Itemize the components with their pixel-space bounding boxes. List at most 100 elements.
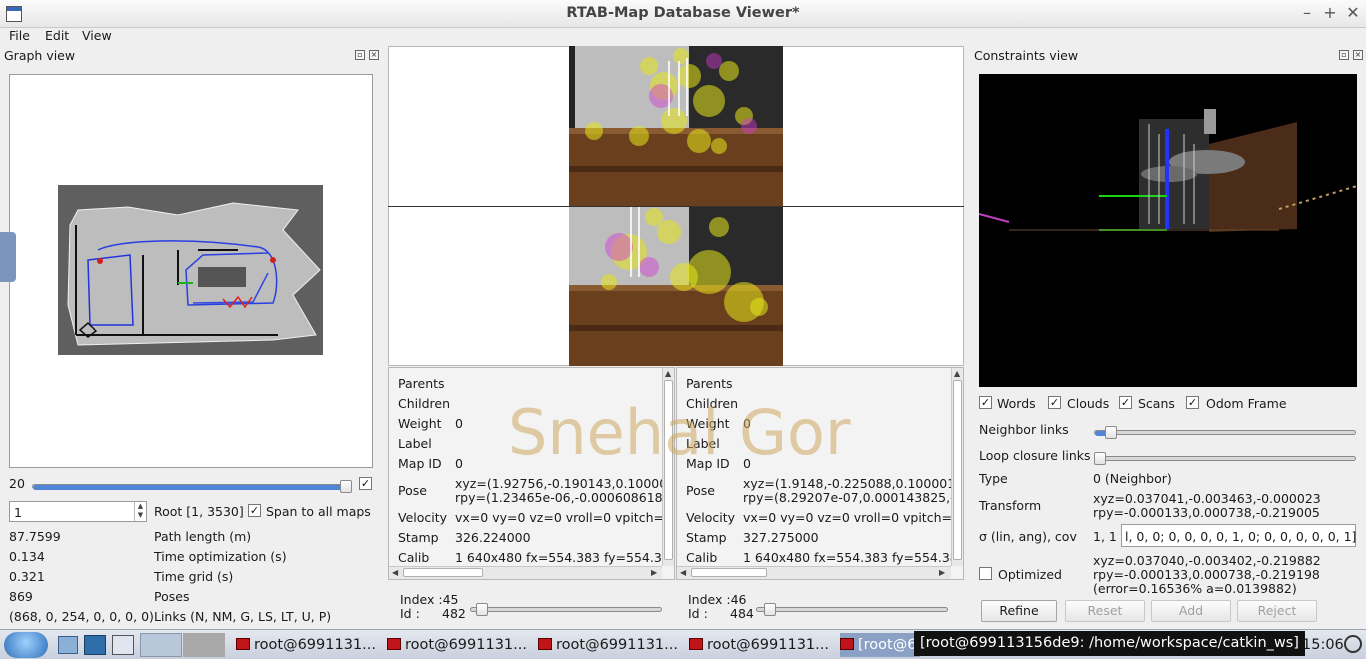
desktop-1-icon[interactable] bbox=[140, 633, 182, 657]
map-id-value: 0 bbox=[455, 456, 463, 471]
file-manager-icon[interactable] bbox=[58, 636, 78, 654]
minimize-icon[interactable]: – bbox=[1297, 3, 1317, 23]
close-dock-icon[interactable]: × bbox=[369, 50, 379, 60]
scans-label: Scans bbox=[1138, 396, 1175, 411]
menu-file[interactable]: File bbox=[9, 28, 30, 43]
horizontal-scrollbar[interactable]: ◀ ▶ bbox=[677, 566, 951, 579]
window-list-icon[interactable] bbox=[112, 635, 134, 655]
scroll-thumb[interactable] bbox=[691, 568, 767, 577]
taskbar-terminal[interactable]: root@6991131... bbox=[387, 633, 527, 657]
stamp-value: 326.224000 bbox=[455, 530, 531, 545]
transform-rpy: rpy=-0.000133,0.000738,-0.219005 bbox=[1093, 505, 1320, 520]
clouds-checkbox[interactable]: ✓ bbox=[1048, 396, 1061, 409]
neighbor-links-slider-handle[interactable] bbox=[1105, 426, 1117, 439]
transform-xyz: xyz=0.037041,-0.003463,-0.000023 bbox=[1093, 491, 1321, 506]
clock: 15:06 bbox=[1302, 637, 1344, 653]
scroll-left-icon[interactable]: ◀ bbox=[680, 568, 686, 577]
optimized-error: (error=0.16536% a=0.0139882) bbox=[1093, 581, 1297, 596]
map-id-label: Map ID bbox=[398, 456, 442, 471]
velocity-label: Velocity bbox=[686, 510, 736, 525]
words-checkbox[interactable]: ✓ bbox=[979, 396, 992, 409]
left-id-label: Id : bbox=[400, 606, 420, 621]
side-dock-handle[interactable] bbox=[0, 232, 16, 282]
add-button[interactable]: Add bbox=[1151, 600, 1231, 622]
terminal-label: root@6991131... bbox=[405, 637, 527, 653]
graph-slider-checkbox[interactable]: ✓ bbox=[359, 477, 372, 490]
scroll-thumb[interactable] bbox=[953, 380, 962, 560]
refine-button[interactable]: Refine bbox=[981, 600, 1057, 622]
start-menu-icon[interactable] bbox=[4, 632, 48, 658]
reject-button[interactable]: Reject bbox=[1237, 600, 1317, 622]
type-value: 0 (Neighbor) bbox=[1093, 471, 1172, 486]
vertical-scrollbar[interactable]: ▲ bbox=[951, 368, 963, 566]
scroll-right-icon[interactable]: ▶ bbox=[651, 568, 657, 577]
close-dock-icon[interactable]: × bbox=[1353, 50, 1363, 60]
left-node-slider[interactable] bbox=[470, 607, 662, 612]
left-node-slider-handle[interactable] bbox=[476, 603, 488, 616]
scroll-thumb[interactable] bbox=[403, 568, 483, 577]
calib-value: 1 640x480 fx=554.383 fy=554.38 bbox=[455, 550, 670, 565]
horizontal-scrollbar[interactable]: ◀ ▶ bbox=[389, 566, 662, 579]
graph-view-canvas[interactable] bbox=[9, 74, 373, 468]
spinbox-arrows-icon[interactable]: ▲ ▼ bbox=[134, 502, 146, 521]
terminal-icon bbox=[387, 638, 401, 650]
maximize-icon[interactable]: + bbox=[1320, 3, 1340, 23]
scroll-up-icon[interactable]: ▲ bbox=[665, 369, 671, 378]
neighbor-links-slider[interactable] bbox=[1094, 430, 1356, 435]
stat-value: 87.7599 bbox=[9, 529, 61, 544]
right-node-slider[interactable] bbox=[756, 607, 948, 612]
taskbar-terminal[interactable]: root@6991131... bbox=[538, 633, 678, 657]
calib-label: Calib bbox=[398, 550, 430, 565]
covariance-field[interactable]: l, 0, 0; 0, 0, 0, 0, 1, 0; 0, 0, 0, 0, 0… bbox=[1121, 524, 1356, 547]
close-icon[interactable]: ✕ bbox=[1343, 3, 1363, 23]
right-id-value: 484 bbox=[730, 606, 754, 621]
taskbar-terminal-active[interactable]: [root@6 bbox=[840, 633, 921, 657]
pose-label: Pose bbox=[398, 483, 427, 498]
title-bar: RTAB-Map Database Viewer* – + ✕ bbox=[0, 0, 1366, 28]
optimized-label: Optimized bbox=[998, 567, 1062, 582]
power-icon[interactable] bbox=[1344, 635, 1362, 653]
parents-label: Parents bbox=[686, 376, 733, 391]
scroll-up-icon[interactable]: ▲ bbox=[954, 369, 960, 378]
occupancy-grid-map[interactable] bbox=[58, 185, 323, 355]
float-icon[interactable]: ▫ bbox=[355, 50, 365, 60]
parents-label: Parents bbox=[398, 376, 445, 391]
loop-closure-slider-handle[interactable] bbox=[1094, 452, 1106, 465]
taskbar-terminal[interactable]: root@6991131... bbox=[236, 633, 376, 657]
pose-label: Pose bbox=[686, 483, 715, 498]
constraints-3d-view[interactable] bbox=[979, 74, 1357, 387]
scroll-right-icon[interactable]: ▶ bbox=[939, 568, 945, 577]
words-label: Words bbox=[997, 396, 1036, 411]
stat-label: Links (N, NM, G, LS, LT, U, P) bbox=[154, 609, 332, 624]
root-spinbox[interactable]: 1 ▲ ▼ bbox=[9, 501, 147, 522]
menu-view[interactable]: View bbox=[82, 28, 112, 43]
float-icon[interactable]: ▫ bbox=[1339, 50, 1349, 60]
taskbar-terminal[interactable]: root@6991131... bbox=[689, 633, 829, 657]
stat-value: 0.134 bbox=[9, 549, 45, 564]
window-title: RTAB-Map Database Viewer* bbox=[566, 5, 800, 21]
camera-image-top[interactable] bbox=[569, 46, 783, 206]
calib-label: Calib bbox=[686, 550, 718, 565]
desktop-2-icon[interactable] bbox=[183, 633, 225, 657]
menu-edit[interactable]: Edit bbox=[45, 28, 69, 43]
taskbar-tooltip: [root@699113156de9: /home/workspace/catk… bbox=[914, 631, 1305, 656]
reset-button[interactable]: Reset bbox=[1065, 600, 1145, 622]
graph-slider-handle[interactable] bbox=[340, 480, 352, 493]
camera-image-bottom[interactable] bbox=[569, 207, 783, 366]
span-all-maps-checkbox[interactable]: ✓ bbox=[248, 504, 261, 517]
optimized-checkbox[interactable] bbox=[979, 567, 992, 580]
menu-bar: File Edit View bbox=[0, 28, 1366, 46]
sigma-label: σ (lin, ang), cov bbox=[979, 529, 1077, 544]
weight-label: Weight bbox=[398, 416, 442, 431]
stat-label: Time grid (s) bbox=[154, 569, 234, 584]
weight-value: 0 bbox=[455, 416, 463, 431]
label-label: Label bbox=[398, 436, 432, 451]
right-index-label: Index :46 bbox=[688, 592, 747, 607]
right-node-slider-handle[interactable] bbox=[764, 603, 776, 616]
scans-checkbox[interactable]: ✓ bbox=[1119, 396, 1132, 409]
loop-closure-slider[interactable] bbox=[1094, 456, 1356, 461]
network-icon[interactable] bbox=[84, 635, 106, 655]
scroll-left-icon[interactable]: ◀ bbox=[392, 568, 398, 577]
velocity-value: vx=0 vy=0 vz=0 vroll=0 vpitch=0 bbox=[455, 510, 672, 525]
odom-frame-checkbox[interactable]: ✓ bbox=[1186, 396, 1199, 409]
